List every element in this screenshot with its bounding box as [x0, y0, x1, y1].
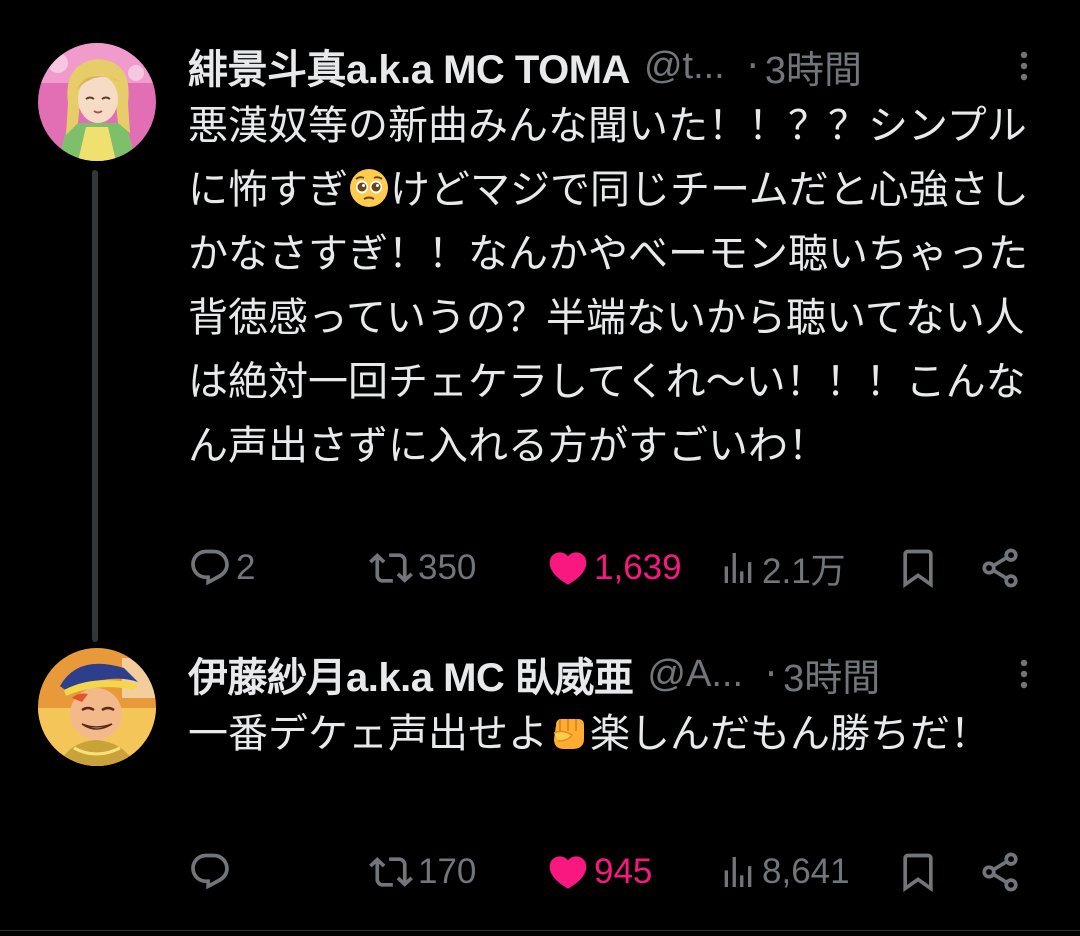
views-icon — [724, 553, 752, 583]
handle[interactable]: @t... — [644, 45, 725, 88]
bookmark-button[interactable] — [896, 543, 940, 593]
tweet-text: 一番デケェ声出せよ 楽しんだもん勝ちだ！ — [188, 702, 1050, 766]
avatar-image — [38, 43, 156, 161]
avatar[interactable] — [38, 648, 156, 766]
views-button[interactable]: 2.1万 — [718, 543, 846, 593]
separator-dot: · — [765, 652, 778, 696]
reply-icon — [191, 549, 229, 586]
retweet-count: 170 — [418, 852, 477, 891]
tweet-text-part: 一番デケェ声出せよ — [188, 711, 548, 757]
like-button[interactable]: 1,639 — [546, 543, 682, 593]
like-count: 945 — [594, 852, 653, 891]
bookmark-button[interactable] — [896, 847, 940, 897]
avatar[interactable] — [38, 43, 156, 161]
share-icon — [982, 548, 1018, 588]
heart-icon — [549, 856, 587, 889]
tweet-actions: 2 350 1,639 2.1万 — [188, 543, 1040, 593]
pleading-face-emoji — [350, 169, 388, 207]
views-icon — [724, 857, 752, 887]
more-icon[interactable] — [1006, 656, 1042, 692]
views-count: 2.1万 — [762, 551, 846, 591]
views-button[interactable]: 8,641 — [718, 847, 850, 897]
fist-emoji — [553, 719, 584, 749]
retweet-count: 350 — [418, 548, 477, 587]
retweet-button[interactable]: 350 — [368, 543, 476, 593]
reply-button[interactable] — [188, 847, 236, 897]
timestamp[interactable]: 3時間 — [783, 647, 880, 702]
share-button[interactable] — [978, 847, 1022, 897]
reply-count: 2 — [236, 548, 256, 587]
tweet-text-part: 楽しんだもん勝ちだ！ — [590, 711, 990, 757]
tweet-header: 緋景斗真a.k.a MC TOMA @t... · 3時間 — [188, 38, 1040, 94]
display-name[interactable]: 緋景斗真a.k.a MC TOMA — [188, 37, 630, 95]
bookmark-icon — [903, 549, 933, 589]
reply-button[interactable]: 2 — [188, 543, 255, 593]
tweet-header: 伊藤紗月a.k.a MC 臥威亜 @A... · 3時間 — [188, 646, 1040, 702]
handle[interactable]: @A... — [647, 653, 743, 696]
reply-icon — [191, 853, 229, 890]
more-icon[interactable] — [1006, 48, 1042, 84]
timestamp[interactable]: 3時間 — [765, 39, 862, 94]
retweet-button[interactable]: 170 — [368, 847, 476, 897]
views-count: 8,641 — [762, 852, 850, 891]
avatar-image — [38, 648, 156, 766]
tweet-text: 悪漢奴等の新曲みんな聞いた！！？？シンプルに怖すぎ けどマジで同じチームだと心強さ… — [188, 94, 1050, 478]
thread-line — [92, 170, 98, 642]
bookmark-icon — [903, 853, 933, 893]
share-button[interactable] — [978, 543, 1022, 593]
like-button[interactable]: 945 — [546, 847, 652, 897]
divider — [0, 930, 1080, 931]
separator-dot: · — [746, 44, 759, 88]
like-count: 1,639 — [594, 548, 682, 587]
share-icon — [982, 852, 1018, 892]
tweet-actions: 170 945 8,641 — [188, 847, 1040, 897]
heart-icon — [549, 552, 587, 585]
display-name[interactable]: 伊藤紗月a.k.a MC 臥威亜 — [188, 645, 634, 703]
retweet-icon — [369, 553, 413, 583]
retweet-icon — [369, 857, 413, 887]
